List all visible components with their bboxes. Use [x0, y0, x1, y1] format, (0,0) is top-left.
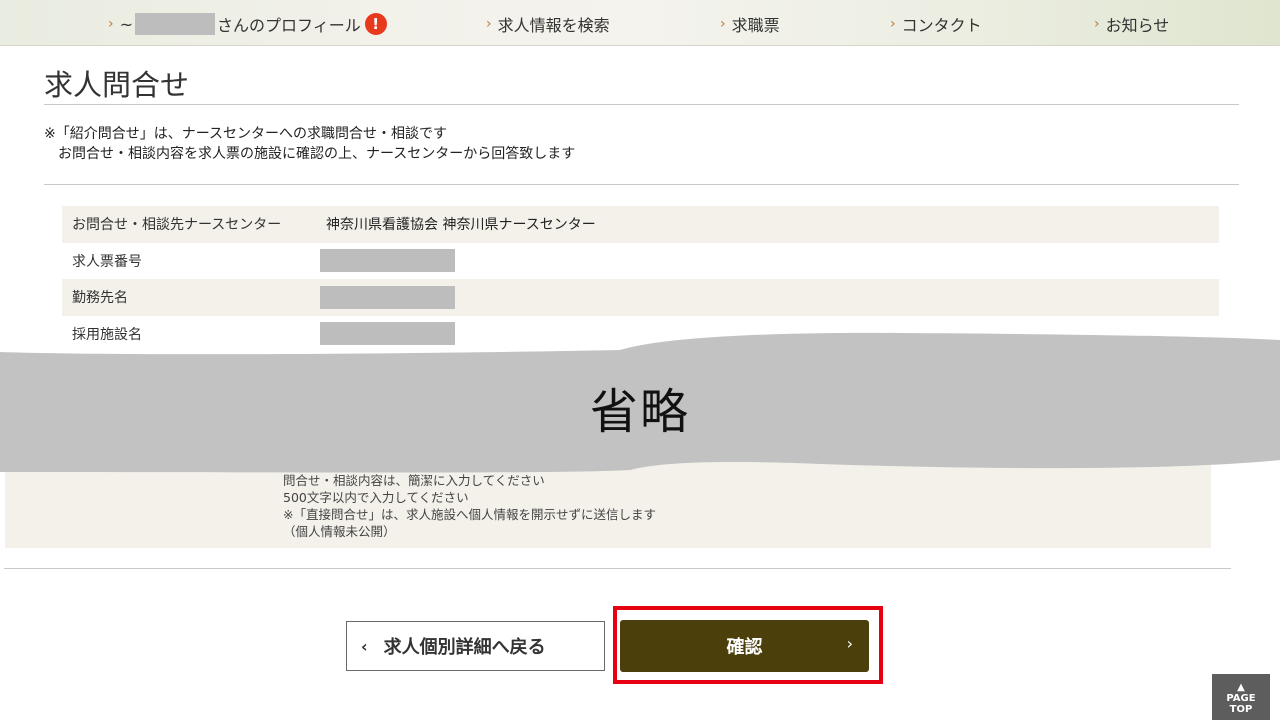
nav-item-contact[interactable]: › コンタクト	[890, 12, 982, 36]
nav-item-job-search[interactable]: › 求人情報を検索	[486, 12, 610, 36]
omitted-label: 省略	[589, 384, 690, 440]
nav-item-label: 求人情報を検索	[497, 16, 610, 35]
nav-item-news[interactable]: › お知らせ	[1094, 12, 1169, 36]
chevron-right-icon: ›	[720, 16, 726, 32]
page-title: 求人問合せ	[44, 68, 190, 102]
page-top-label: PAGE	[1226, 693, 1256, 704]
redacted-value	[320, 249, 455, 273]
nav-profile-link[interactable]: › ~ さんのプロフィール !	[108, 12, 387, 36]
row-label: 勤務先名	[72, 290, 128, 307]
divider	[4, 568, 1231, 569]
confirm-button-label: 確認	[726, 637, 763, 658]
profile-prefix-char: ~	[119, 14, 134, 34]
arrow-up-icon: ▲	[1237, 682, 1245, 693]
nav-profile-label: さんのプロフィール	[217, 16, 361, 35]
chevron-right-icon: ›	[1094, 16, 1100, 32]
note-line: 500文字以内で入力してください	[283, 490, 469, 505]
table-row: お問合せ・相談先ナースセンター 神奈川県看護協会 神奈川県ナースセンター	[62, 206, 1219, 243]
chevron-left-icon: ‹	[361, 636, 368, 656]
row-label: 求人票番号	[72, 253, 142, 270]
chevron-right-icon: ›	[890, 16, 896, 32]
divider	[44, 104, 1239, 105]
page-top-label: TOP	[1229, 704, 1253, 715]
note-line: ※「直接問合せ」は、求人施設へ個人情報を開示せずに送信します	[283, 507, 656, 522]
row-value: 神奈川県看護協会 神奈川県ナースセンター	[326, 217, 596, 234]
divider	[44, 184, 1239, 185]
confirm-button[interactable]: 確認 ›	[620, 620, 869, 672]
nav-item-application-form[interactable]: › 求職票	[720, 12, 780, 36]
back-button-label: 求人個別詳細へ戻る	[383, 637, 546, 658]
page-top-button[interactable]: ▲ PAGE TOP	[1212, 674, 1270, 720]
row-label: お問合せ・相談先ナースセンター	[72, 217, 282, 234]
notice-line: お問合せ・相談内容を求人票の施設に確認の上、ナースセンターから回答致します	[58, 146, 576, 162]
redacted-user-name	[135, 13, 216, 35]
table-row: 求人票番号	[62, 243, 1219, 280]
inquiry-content-notes: 問合せ・相談内容は、簡潔に入力してください 500文字以内で入力してください ※…	[283, 472, 656, 540]
alert-icon: !	[364, 13, 387, 35]
chevron-right-icon: ›	[108, 16, 114, 32]
inquiry-notice: ※「紹介問合せ」は、ナースセンターへの求職問合せ・相談です お問合せ・相談内容を…	[44, 124, 575, 164]
table-row: 勤務先名	[62, 279, 1219, 316]
top-navigation: › ~ さんのプロフィール ! › 求人情報を検索 › 求職票 › コンタクト …	[0, 0, 1280, 46]
nav-item-label: 求職票	[731, 16, 780, 35]
chevron-right-icon: ›	[846, 634, 853, 653]
note-line: （個人情報未公開）	[283, 524, 396, 539]
back-to-job-detail-button[interactable]: ‹ 求人個別詳細へ戻る	[346, 621, 605, 671]
redacted-value	[320, 285, 455, 309]
nav-item-label: お知らせ	[1105, 16, 1170, 35]
chevron-right-icon: ›	[486, 16, 492, 32]
nav-item-label: コンタクト	[901, 16, 982, 35]
notice-line: ※「紹介問合せ」は、ナースセンターへの求職問合せ・相談です	[44, 126, 448, 142]
